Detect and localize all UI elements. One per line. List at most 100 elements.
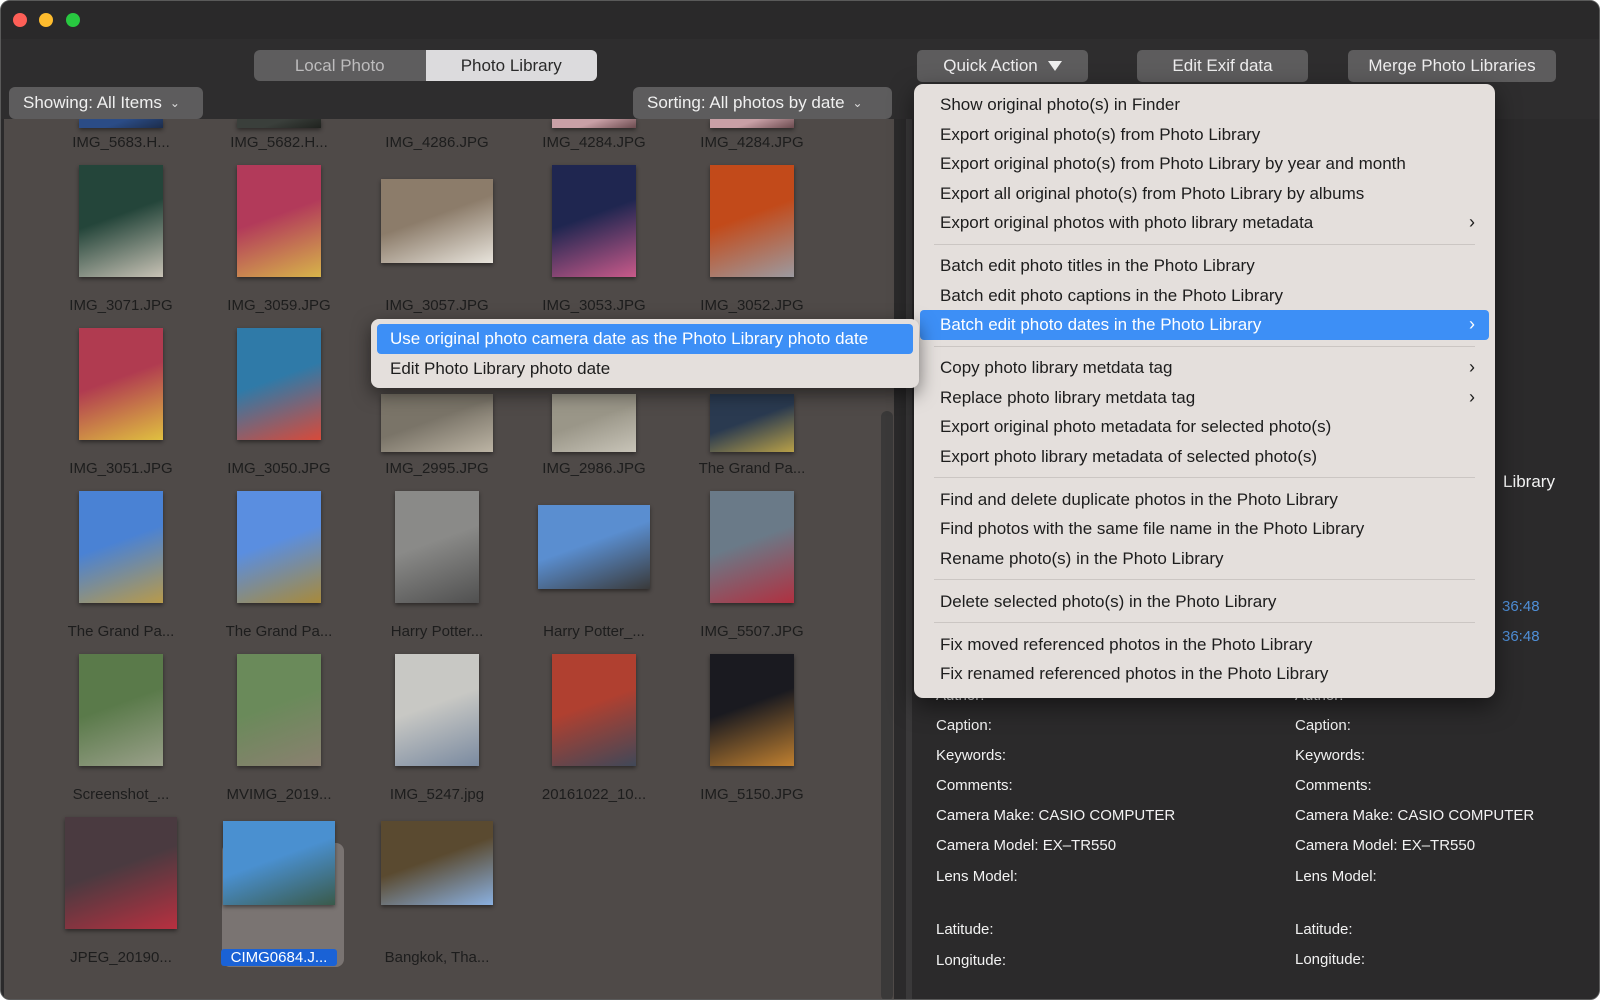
photo-name-label[interactable]: CIMG0684.J... — [221, 949, 337, 966]
photo-name-label[interactable]: IMG_3052.JPG — [677, 297, 827, 314]
photo-thumbnail[interactable] — [79, 328, 163, 440]
photo-name-label[interactable]: IMG_4284.JPG — [677, 134, 827, 151]
quick-action-menu-item[interactable]: Delete selected photo(s) in the Photo Li… — [920, 587, 1489, 617]
showing-filter-label: Showing: All Items — [23, 93, 162, 112]
photo-thumbnail[interactable] — [552, 654, 636, 766]
quick-action-button[interactable]: Quick Action — [917, 50, 1088, 82]
photo-name-label[interactable]: IMG_2995.JPG — [362, 460, 512, 477]
camera-model-left: Camera Model: EX–TR550 — [936, 837, 1117, 854]
photo-name-label[interactable]: The Grand Pa... — [204, 623, 354, 640]
photo-name-label[interactable]: Harry Potter_... — [519, 623, 669, 640]
quick-action-menu-item[interactable]: Export original photo(s) from Photo Libr… — [920, 149, 1489, 179]
photo-thumbnail[interactable] — [79, 119, 163, 128]
quick-action-menu-item[interactable]: Copy photo library metdata tag › — [920, 353, 1489, 383]
quick-action-menu-item[interactable]: Batch edit photo titles in the Photo Lib… — [920, 251, 1489, 281]
photo-name-label[interactable]: The Grand Pa... — [46, 623, 196, 640]
menu-item-use-camera-date[interactable]: Use original photo camera date as the Ph… — [377, 324, 913, 354]
tab-local-photo[interactable]: Local Photo — [254, 50, 426, 81]
photo-name-label[interactable]: IMG_3071.JPG — [46, 297, 196, 314]
quick-action-menu-item[interactable]: Find and delete duplicate photos in the … — [920, 485, 1489, 515]
quick-action-menu-item[interactable]: Export photo library metadata of selecte… — [920, 442, 1489, 472]
showing-filter-popup[interactable]: Showing: All Items ⌄ — [9, 87, 203, 119]
quick-action-menu-item[interactable]: Export original photo metadata for selec… — [920, 412, 1489, 442]
photo-thumbnail[interactable] — [237, 654, 321, 766]
caption-field-left: Caption: — [936, 717, 992, 734]
photo-thumbnail[interactable] — [710, 394, 794, 452]
photo-name-label[interactable]: IMG_4286.JPG — [362, 134, 512, 151]
photo-name-label[interactable]: MVIMG_2019... — [204, 786, 354, 803]
photo-thumbnail[interactable] — [65, 817, 177, 929]
quick-action-menu-item[interactable]: Rename photo(s) in the Photo Library — [920, 544, 1489, 574]
photo-thumbnail[interactable] — [395, 491, 479, 603]
tab-photo-library[interactable]: Photo Library — [425, 50, 597, 81]
photo-name-label[interactable]: The Grand Pa... — [677, 460, 827, 477]
photo-name-label[interactable]: IMG_3051.JPG — [46, 460, 196, 477]
quick-action-menu-item[interactable]: Export all original photo(s) from Photo … — [920, 179, 1489, 209]
photo-name-label[interactable]: Screenshot_... — [46, 786, 196, 803]
menu-item-label: Batch edit photo dates in the Photo Libr… — [940, 315, 1262, 334]
sorting-popup[interactable]: Sorting: All photos by date ⌄ — [633, 87, 892, 119]
photo-thumbnail[interactable] — [79, 491, 163, 603]
photo-thumbnail[interactable] — [710, 119, 794, 128]
photo-name-label[interactable]: IMG_3059.JPG — [204, 297, 354, 314]
photo-thumbnail[interactable] — [552, 394, 636, 452]
quick-action-menu-item[interactable]: Batch edit photo captions in the Photo L… — [920, 281, 1489, 311]
photo-name-label[interactable]: IMG_5683.H... — [46, 134, 196, 151]
quick-action-menu-item[interactable]: Replace photo library metdata tag › — [920, 383, 1489, 413]
menu-item-label: Batch edit photo titles in the Photo Lib… — [940, 256, 1255, 275]
photo-name-label[interactable]: IMG_5150.JPG — [677, 786, 827, 803]
menu-item-edit-photo-date[interactable]: Edit Photo Library photo date — [377, 354, 913, 384]
quick-action-menu-item[interactable]: Batch edit photo dates in the Photo Libr… — [920, 310, 1489, 340]
photo-thumbnail[interactable] — [237, 491, 321, 603]
photo-grid-scrollbar[interactable] — [881, 411, 893, 999]
close-window-button[interactable] — [13, 13, 27, 27]
photo-name-label[interactable]: JPEG_20190... — [46, 949, 196, 966]
photo-thumbnail[interactable] — [381, 179, 493, 263]
photo-thumbnail[interactable] — [223, 821, 335, 905]
photo-name-label[interactable]: IMG_5507.JPG — [677, 623, 827, 640]
quick-action-menu-item[interactable]: Fix moved referenced photos in the Photo… — [920, 630, 1489, 660]
merge-libraries-button[interactable]: Merge Photo Libraries — [1348, 50, 1556, 82]
photo-name-label[interactable]: IMG_3050.JPG — [204, 460, 354, 477]
chevron-down-icon: ⌄ — [852, 96, 863, 110]
quick-action-menu-item[interactable]: Fix renamed referenced photos in the Pho… — [920, 659, 1489, 689]
photo-thumbnail[interactable] — [395, 654, 479, 766]
chevron-down-icon: ⌄ — [169, 96, 180, 110]
menu-item-label: Delete selected photo(s) in the Photo Li… — [940, 591, 1277, 611]
photo-name-label[interactable]: IMG_2986.JPG — [519, 460, 669, 477]
photo-name-label[interactable]: IMG_5682.H... — [204, 134, 354, 151]
zoom-window-button[interactable] — [66, 13, 80, 27]
photo-name-label[interactable]: IMG_5247.jpg — [362, 786, 512, 803]
photo-name-label[interactable]: 20161022_10... — [519, 786, 669, 803]
photo-thumbnail[interactable] — [237, 119, 321, 128]
menu-separator — [934, 579, 1475, 580]
photo-thumbnail[interactable] — [381, 394, 493, 452]
menu-separator — [934, 243, 1475, 245]
batch-date-submenu: Use original photo camera date as the Ph… — [371, 319, 919, 388]
photo-name-label[interactable]: IMG_4284.JPG — [519, 134, 669, 151]
title-bar — [1, 1, 1599, 39]
photo-name-label[interactable]: IMG_3053.JPG — [519, 297, 669, 314]
minimize-window-button[interactable] — [39, 13, 53, 27]
camera-make-right: Camera Make: CASIO COMPUTER — [1295, 807, 1535, 824]
photo-thumbnail[interactable] — [538, 505, 650, 589]
photo-name-label[interactable]: IMG_3057.JPG — [362, 297, 512, 314]
photo-thumbnail[interactable] — [710, 491, 794, 603]
photo-thumbnail[interactable] — [79, 654, 163, 766]
quick-action-menu-item[interactable]: Show original photo(s) in Finder — [920, 90, 1489, 120]
details-title-partial: Library — [1503, 472, 1555, 491]
photo-name-label[interactable]: Harry Potter... — [362, 623, 512, 640]
edit-exif-button[interactable]: Edit Exif data — [1137, 50, 1308, 82]
photo-thumbnail[interactable] — [237, 165, 321, 277]
photo-thumbnail[interactable] — [552, 165, 636, 277]
quick-action-menu-item[interactable]: Find photos with the same file name in t… — [920, 514, 1489, 544]
photo-thumbnail[interactable] — [710, 654, 794, 766]
photo-thumbnail[interactable] — [552, 119, 636, 128]
photo-thumbnail[interactable] — [381, 821, 493, 905]
photo-thumbnail[interactable] — [710, 165, 794, 277]
photo-name-label[interactable]: Bangkok, Tha... — [362, 949, 512, 966]
photo-thumbnail[interactable] — [79, 165, 163, 277]
quick-action-menu-item[interactable]: Export original photos with photo librar… — [920, 208, 1489, 238]
photo-thumbnail[interactable] — [237, 328, 321, 440]
quick-action-menu-item[interactable]: Export original photo(s) from Photo Libr… — [920, 120, 1489, 150]
